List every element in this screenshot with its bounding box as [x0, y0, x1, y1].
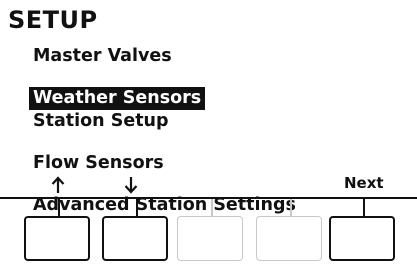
- softkey-3-tick: [211, 199, 213, 216]
- menu-item-weather-sensors[interactable]: Weather Sensors: [29, 87, 206, 110]
- menu-item-flow-sensors[interactable]: Flow Sensors: [29, 152, 300, 175]
- softkey-2: [97, 199, 177, 264]
- softkey-3-button[interactable]: [177, 216, 243, 261]
- lcd-screen: SETUP Master Valves Weather Sensors Stat…: [0, 0, 417, 215]
- up-arrow-icon: [51, 176, 65, 193]
- next-button[interactable]: [329, 216, 395, 261]
- up-button[interactable]: [24, 216, 90, 261]
- down-arrow-icon: [124, 177, 138, 194]
- softkey-1-tick: [58, 199, 60, 216]
- softkey-4: [251, 199, 331, 264]
- screen-title: SETUP: [8, 6, 98, 34]
- softkey-4-tick: [290, 199, 292, 216]
- softkey-5-tick: [363, 199, 365, 216]
- softkey-3: [172, 199, 252, 264]
- softkey-1: [19, 199, 99, 264]
- menu-item-master-valves[interactable]: Master Valves: [29, 45, 300, 68]
- down-button[interactable]: [102, 216, 168, 261]
- softkey-4-button[interactable]: [256, 216, 322, 261]
- softkey-2-tick: [136, 199, 138, 216]
- softkey-5: [324, 199, 404, 264]
- setup-menu: Master Valves Weather Sensors Station Se…: [29, 45, 300, 217]
- next-softkey-label: Next: [344, 174, 384, 192]
- menu-item-station-setup[interactable]: Station Setup: [29, 110, 300, 133]
